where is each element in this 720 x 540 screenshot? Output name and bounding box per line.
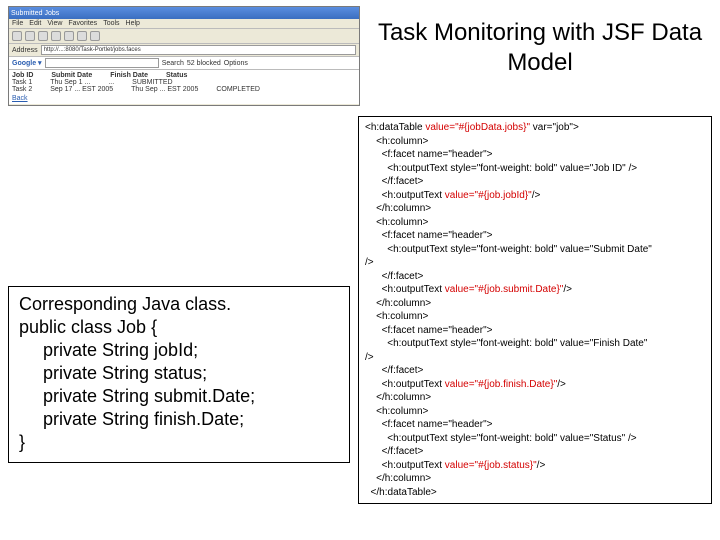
- address-bar: Address http://...:8080/Task-Portlet/job…: [9, 44, 359, 57]
- google-blocked: 52 blocked: [187, 60, 221, 67]
- home-icon: [64, 31, 74, 41]
- search-icon: [77, 31, 87, 41]
- favorites-icon: [90, 31, 100, 41]
- page-content: Job ID Submit Date Finish Date Status Ta…: [9, 70, 359, 104]
- java-l2: public class Job {: [19, 316, 339, 339]
- address-value: http://...:8080/Task-Portlet/jobs.faces: [41, 45, 356, 55]
- el-expr: value="#{job.jobId}": [445, 190, 532, 201]
- el-expr: value="#{job.status}": [445, 460, 537, 471]
- el-expr: value="#{jobData.jobs}": [425, 122, 530, 133]
- menu-favorites: Favorites: [68, 20, 97, 27]
- forward-icon: [25, 31, 35, 41]
- el-expr: value="#{job.finish.Date}": [445, 379, 557, 390]
- java-l1: Corresponding Java class.: [19, 293, 339, 316]
- google-search-box: [45, 58, 159, 68]
- google-options: Options: [224, 60, 248, 67]
- google-search: Search: [162, 60, 184, 67]
- menu-edit: Edit: [29, 20, 41, 27]
- menu-help: Help: [126, 20, 140, 27]
- java-l7: }: [19, 431, 339, 454]
- stop-icon: [38, 31, 48, 41]
- java-l4: private String status;: [43, 362, 339, 385]
- window-titlebar: Submitted Jobs: [9, 7, 359, 19]
- address-label: Address: [12, 47, 38, 54]
- table-row: Task 2 Sep 17 ... EST 2005 Thu Sep ... E…: [12, 86, 356, 93]
- java-l6: private String finish.Date;: [43, 408, 339, 431]
- col-finish: Finish Date: [110, 72, 148, 79]
- java-code-box: Corresponding Java class. public class J…: [8, 286, 350, 463]
- java-l5: private String submit.Date;: [43, 385, 339, 408]
- page-title: Task Monitoring with JSF Data Model: [370, 18, 710, 88]
- window-title-text: Submitted Jobs: [11, 10, 59, 17]
- col-status: Status: [166, 72, 187, 79]
- back-link: Back: [12, 95, 356, 102]
- el-expr: value="#{job.submit.Date}": [445, 284, 564, 295]
- google-toolbar: Google ▾ Search 52 blocked Options: [9, 57, 359, 70]
- xml-code-box: <h:dataTable value="#{jobData.jobs}" var…: [358, 116, 712, 504]
- col-jobid: Job ID: [12, 72, 33, 79]
- menu-file: File: [12, 20, 23, 27]
- refresh-icon: [51, 31, 61, 41]
- col-submit: Submit Date: [51, 72, 92, 79]
- menu-tools: Tools: [103, 20, 119, 27]
- back-icon: [12, 31, 22, 41]
- browser-screenshot: Submitted Jobs File Edit View Favorites …: [8, 6, 360, 106]
- table-row: Task 1 Thu Sep 1 ... ... SUBMITTED: [12, 79, 356, 86]
- java-l3: private String jobId;: [43, 339, 339, 362]
- menu-bar: File Edit View Favorites Tools Help: [9, 19, 359, 29]
- google-label: Google ▾: [12, 59, 42, 67]
- menu-view: View: [47, 20, 62, 27]
- toolbar: [9, 29, 359, 44]
